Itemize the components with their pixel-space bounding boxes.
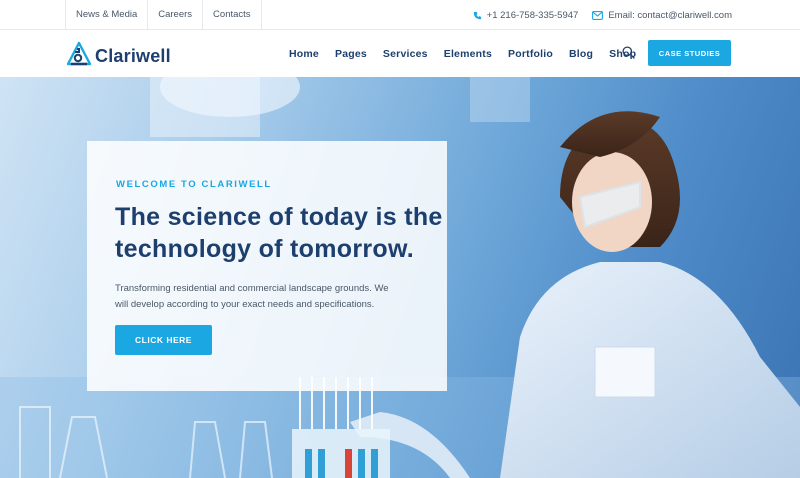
brand-name: Clariwell	[95, 46, 171, 66]
top-bar: News & Media Careers Contacts +1 216-758…	[0, 0, 800, 30]
nav-portfolio[interactable]: Portfolio	[508, 48, 553, 60]
nav-home[interactable]: Home	[289, 48, 319, 60]
hero-description: Transforming residential and commercial …	[115, 281, 415, 313]
nav-blog[interactable]: Blog	[569, 48, 593, 60]
hero-description-line-1: Transforming residential and commercial …	[115, 283, 389, 294]
phone-number: +1 216-758-335-5947	[486, 9, 579, 21]
nav-services[interactable]: Services	[383, 48, 428, 60]
top-link-careers[interactable]: Careers	[147, 0, 202, 30]
hero-title: The science of today is the technology o…	[115, 201, 445, 265]
logo-flask-icon	[66, 41, 92, 72]
nav-pages[interactable]: Pages	[335, 48, 367, 60]
nav-elements[interactable]: Elements	[444, 48, 492, 60]
hero-description-line-2: will develop according to your exact nee…	[115, 299, 375, 310]
hero-title-line-1: The science of today is the	[115, 203, 443, 231]
top-links: News & Media Careers Contacts	[65, 0, 262, 30]
email-item[interactable]: Email: contact@clariwell.com	[592, 10, 732, 21]
top-contact: +1 216-758-335-5947 Email: contact@clari…	[473, 0, 732, 30]
phone-icon	[473, 11, 482, 20]
case-studies-button[interactable]: CASE STUDIES	[648, 40, 731, 66]
main-nav: Home Pages Services Elements Portfolio B…	[289, 30, 652, 77]
logo[interactable]: Clariwell	[66, 41, 171, 72]
hero-card: WELCOME TO CLARIWELL The science of toda…	[87, 141, 447, 391]
top-link-news-media[interactable]: News & Media	[65, 0, 147, 30]
hero-title-line-2: technology of tomorrow.	[115, 235, 415, 263]
top-link-contacts[interactable]: Contacts	[202, 0, 262, 30]
search-icon[interactable]	[622, 46, 636, 60]
phone-item[interactable]: +1 216-758-335-5947	[473, 9, 579, 21]
hero-section: WELCOME TO CLARIWELL The science of toda…	[0, 77, 800, 478]
main-header: Clariwell Home Pages Services Elements P…	[0, 30, 800, 77]
email-icon	[592, 10, 604, 20]
hero-eyebrow: WELCOME TO CLARIWELL	[116, 179, 272, 190]
email-address: Email: contact@clariwell.com	[608, 9, 732, 21]
click-here-button[interactable]: CLICK HERE	[115, 325, 212, 355]
